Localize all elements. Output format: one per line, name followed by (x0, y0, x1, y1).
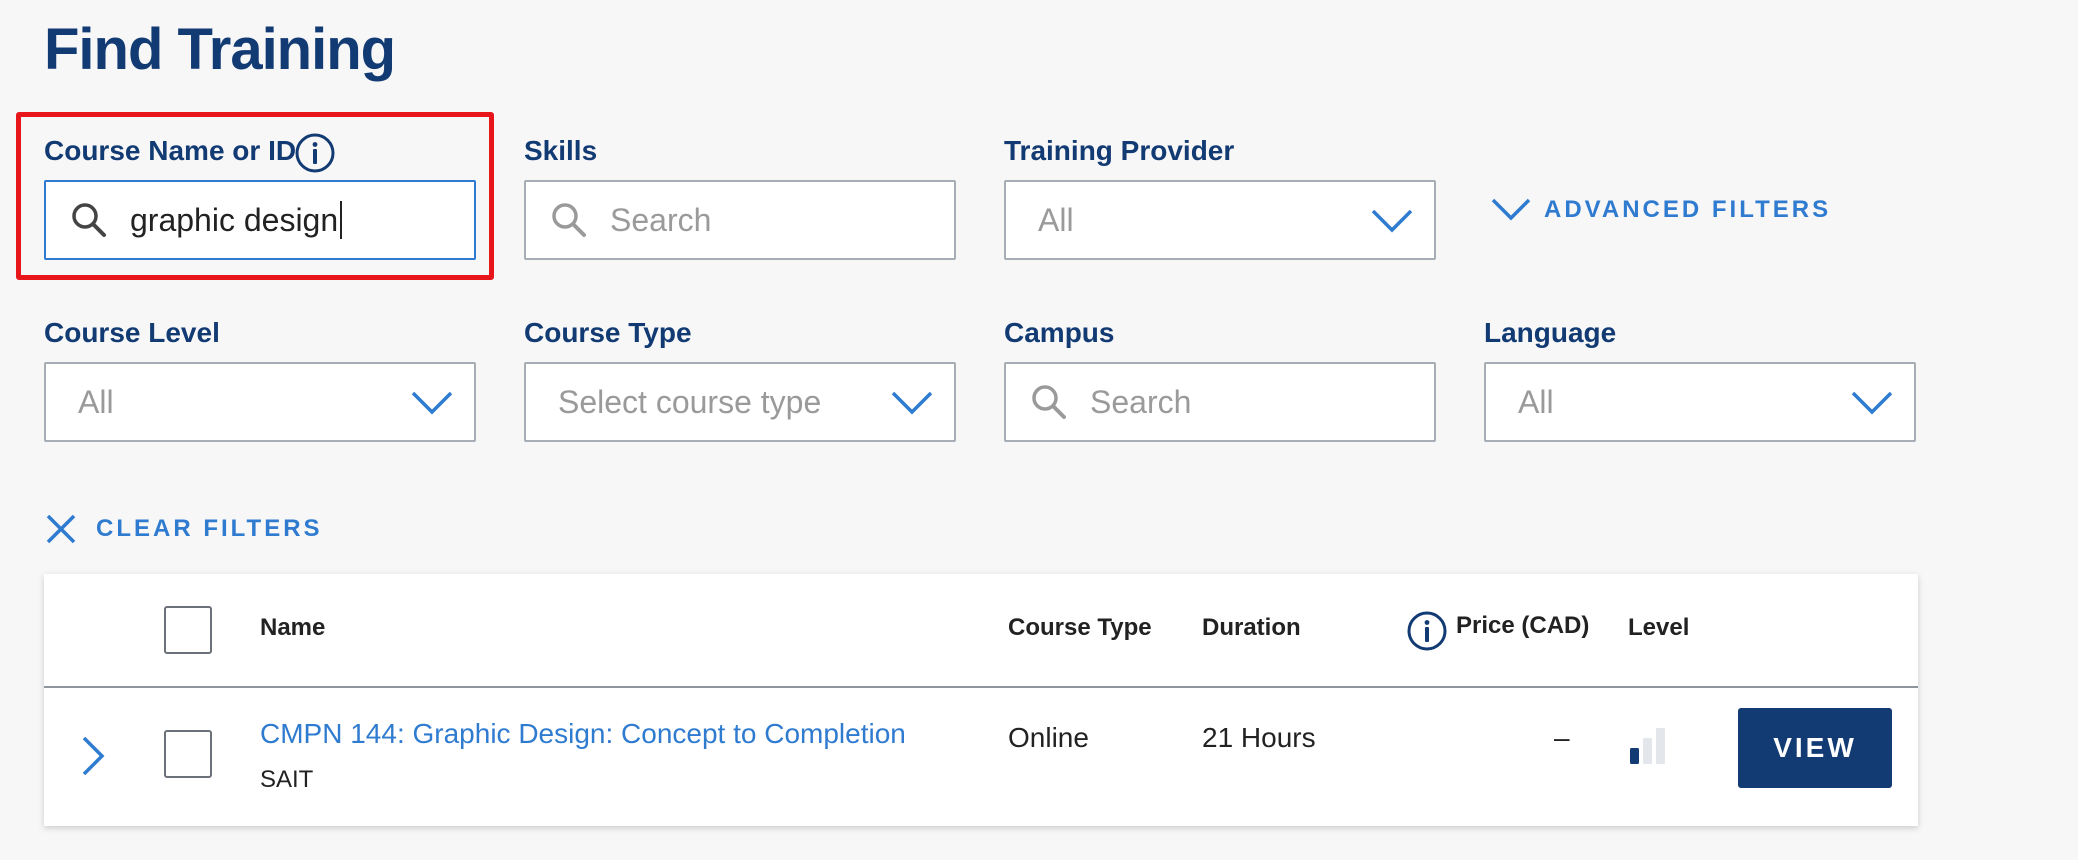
course-type-cell: Online (1008, 722, 1089, 753)
level-indicator (1630, 728, 1665, 764)
training-provider-select[interactable]: All (1004, 180, 1436, 260)
select-all-checkbox[interactable] (164, 606, 212, 654)
skills-placeholder: Search (610, 201, 712, 238)
training-provider-value: All (1038, 201, 1074, 238)
column-header-price[interactable]: Price (CAD) (1456, 612, 1589, 640)
clear-filters-label: CLEAR FILTERS (96, 515, 323, 542)
training-provider-label: Training Provider (1004, 135, 1235, 166)
advanced-filters-label: ADVANCED FILTERS (1544, 196, 1832, 223)
language-value: All (1518, 383, 1554, 420)
chevron-down-icon (1491, 198, 1531, 221)
campus-label: Campus (1004, 317, 1115, 348)
results-table: Name Course Type Duration Price (CAD) Le… (44, 574, 1918, 826)
level-bar (1643, 738, 1652, 764)
find-training-page: Find Training Course Name or ID graphic … (0, 0, 2078, 860)
highlight-annotation (16, 112, 494, 280)
advanced-filters-toggle[interactable]: ADVANCED FILTERS (1490, 196, 1831, 224)
table-header: Name Course Type Duration Price (CAD) Le… (44, 574, 1918, 688)
course-level-value: All (78, 383, 114, 420)
chevron-down-icon (1851, 391, 1893, 415)
chevron-down-icon (891, 391, 933, 415)
column-header-course-type[interactable]: Course Type (1008, 614, 1152, 642)
chevron-down-icon (1371, 209, 1413, 233)
row-checkbox[interactable] (164, 730, 212, 778)
language-label: Language (1484, 317, 1617, 348)
course-provider: SAIT (260, 766, 314, 793)
clear-filters-button[interactable]: CLEAR FILTERS (44, 512, 323, 546)
course-type-label: Course Type (524, 317, 692, 348)
view-button[interactable]: VIEW (1738, 708, 1892, 788)
search-icon (1032, 385, 1066, 419)
course-level-label: Course Level (44, 317, 220, 348)
skills-label: Skills (524, 135, 598, 166)
course-name-link[interactable]: CMPN 144: Graphic Design: Concept to Com… (260, 718, 906, 750)
page-title: Find Training (44, 17, 396, 82)
chevron-right-icon[interactable] (80, 734, 106, 778)
search-icon (552, 203, 586, 237)
info-icon[interactable] (1406, 610, 1448, 652)
level-bar (1656, 728, 1665, 764)
close-icon (46, 514, 76, 544)
duration-cell: 21 Hours (1202, 722, 1316, 753)
campus-input[interactable]: Search (1004, 362, 1436, 442)
language-select[interactable]: All (1484, 362, 1916, 442)
column-header-level[interactable]: Level (1628, 614, 1689, 642)
price-cell: – (1554, 722, 1570, 753)
course-level-select[interactable]: All (44, 362, 476, 442)
column-header-name[interactable]: Name (260, 614, 325, 642)
chevron-down-icon (411, 391, 453, 415)
skills-input[interactable]: Search (524, 180, 956, 260)
course-type-select[interactable]: Select course type (524, 362, 956, 442)
campus-placeholder: Search (1090, 383, 1192, 420)
level-bar (1630, 748, 1639, 764)
column-header-duration[interactable]: Duration (1202, 614, 1301, 642)
course-type-placeholder: Select course type (558, 383, 822, 420)
